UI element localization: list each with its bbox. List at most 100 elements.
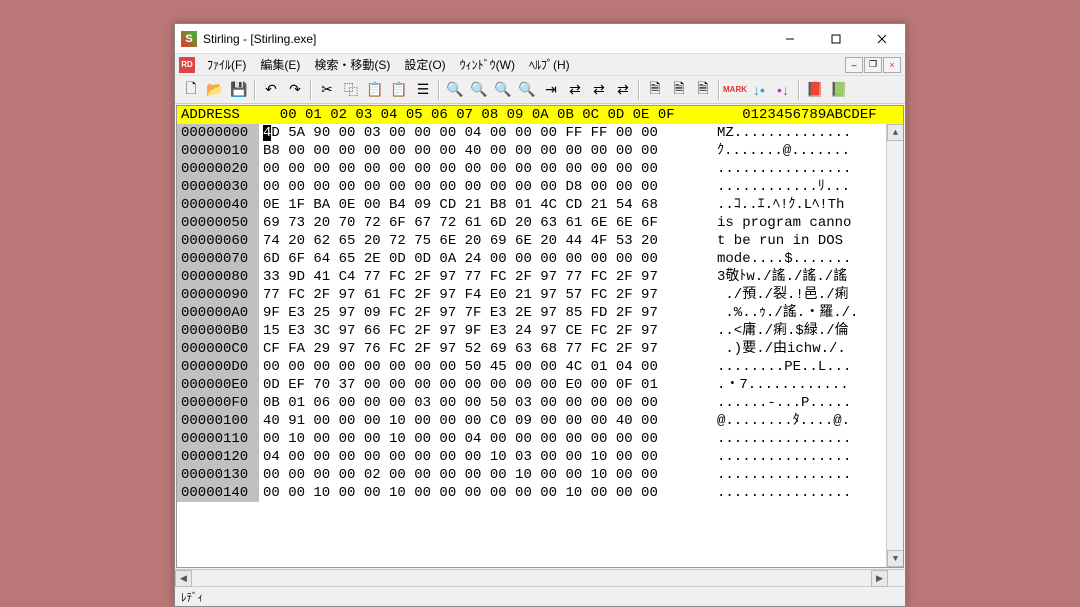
hex-row[interactable]: 0000013000 00 00 00 02 00 00 00 00 00 10… (177, 466, 903, 484)
hex-row[interactable]: 00000010B8 00 00 00 00 00 00 00 40 00 00… (177, 142, 903, 160)
bytes-cell[interactable]: B8 00 00 00 00 00 00 00 40 00 00 00 00 0… (259, 142, 709, 160)
menu-help[interactable]: ﾍﾙﾌﾟ(H) (523, 54, 576, 75)
ascii-cell[interactable]: .・7............ (709, 376, 903, 394)
bytes-cell[interactable]: 4D 5A 90 00 03 00 00 00 04 00 00 00 FF F… (259, 124, 709, 142)
ascii-cell[interactable]: ................ (709, 430, 903, 448)
bytes-cell[interactable]: 00 10 00 00 00 10 00 00 04 00 00 00 00 0… (259, 430, 709, 448)
compare-next-icon[interactable]: ⇄ (588, 79, 610, 101)
bytes-cell[interactable]: 9F E3 25 97 09 FC 2F 97 7F E3 2E 97 85 F… (259, 304, 709, 322)
bytes-cell[interactable]: 0E 1F BA 0E 00 B4 09 CD 21 B8 01 4C CD 2… (259, 196, 709, 214)
menu-window[interactable]: ｳｨﾝﾄﾞｳ(W) (454, 54, 521, 75)
hex-row[interactable]: 0000012004 00 00 00 00 00 00 00 00 10 03… (177, 448, 903, 466)
bytes-cell[interactable]: 04 00 00 00 00 00 00 00 00 10 03 00 00 1… (259, 448, 709, 466)
hex-row[interactable]: 0000010040 91 00 00 00 10 00 00 00 C0 09… (177, 412, 903, 430)
bytes-cell[interactable]: 69 73 20 70 72 6F 67 72 61 6D 20 63 61 6… (259, 214, 709, 232)
ascii-cell[interactable]: 3敬ﾄw./謠./謠./謠 (709, 268, 903, 286)
hex-row[interactable]: 0000011000 10 00 00 00 10 00 00 04 00 00… (177, 430, 903, 448)
find-next-icon[interactable]: 🔍 (468, 79, 490, 101)
bytes-cell[interactable]: 00 00 10 00 00 10 00 00 00 00 00 00 10 0… (259, 484, 709, 502)
find-prev-icon[interactable]: 🔍 (492, 79, 514, 101)
menu-search[interactable]: 検索・移動(S) (308, 54, 396, 75)
new-icon[interactable]: 🗋 (180, 79, 202, 101)
bytes-cell[interactable]: 33 9D 41 C4 77 FC 2F 97 77 FC 2F 97 77 F… (259, 268, 709, 286)
ascii-cell[interactable]: mode....$....... (709, 250, 903, 268)
menu-edit[interactable]: 編集(E) (254, 54, 306, 75)
ascii-cell[interactable]: is program canno (709, 214, 903, 232)
bytes-cell[interactable]: 0B 01 06 00 00 00 03 00 00 50 03 00 00 0… (259, 394, 709, 412)
hex-row[interactable]: 000000D000 00 00 00 00 00 00 00 50 45 00… (177, 358, 903, 376)
compare-icon[interactable]: ⇄ (564, 79, 586, 101)
bytes-cell[interactable]: 00 00 00 00 00 00 00 00 00 00 00 00 00 0… (259, 160, 709, 178)
ascii-cell[interactable]: ........PE..L... (709, 358, 903, 376)
find-icon[interactable]: 🔍 (444, 79, 466, 101)
hex-row[interactable]: 0000014000 00 10 00 00 10 00 00 00 00 00… (177, 484, 903, 502)
copy-icon[interactable]: ⿻ (340, 79, 362, 101)
horizontal-scrollbar[interactable]: ◀ ▶ (175, 569, 905, 586)
bytes-cell[interactable]: 15 E3 3C 97 66 FC 2F 97 9F E3 24 97 CE F… (259, 322, 709, 340)
hex-row[interactable]: 0000009077 FC 2F 97 61 FC 2F 97 F4 E0 21… (177, 286, 903, 304)
menu-file[interactable]: ﾌｧｲﾙ(F) (201, 54, 252, 75)
ascii-cell[interactable]: ................ (709, 466, 903, 484)
ascii-cell[interactable]: ................ (709, 448, 903, 466)
ascii-cell[interactable]: t be run in DOS (709, 232, 903, 250)
copy-text-icon[interactable]: 🗎 (668, 79, 690, 101)
help-icon[interactable]: 📕 (804, 79, 826, 101)
hex-editor[interactable]: ADDRESS 00 01 02 03 04 05 06 07 08 09 0A… (176, 105, 904, 568)
hex-row[interactable]: 000000706D 6F 64 65 2E 0D 0D 0A 24 00 00… (177, 250, 903, 268)
mark-next-icon[interactable]: •↓ (772, 79, 794, 101)
bytes-cell[interactable]: 6D 6F 64 65 2E 0D 0D 0A 24 00 00 00 00 0… (259, 250, 709, 268)
ascii-cell[interactable]: ./預./裂.!邑./痢 (709, 286, 903, 304)
hex-row[interactable]: 0000005069 73 20 70 72 6F 67 72 61 6D 20… (177, 214, 903, 232)
bytes-cell[interactable]: CF FA 29 97 76 FC 2F 97 52 69 63 68 77 F… (259, 340, 709, 358)
maximize-button[interactable] (813, 24, 859, 53)
hex-row[interactable]: 000000E00D EF 70 37 00 00 00 00 00 00 00… (177, 376, 903, 394)
ascii-cell[interactable]: ......-...P..... (709, 394, 903, 412)
mdi-minimize[interactable]: – (845, 57, 863, 73)
mdi-close[interactable]: × (883, 57, 901, 73)
bytes-cell[interactable]: 40 91 00 00 00 10 00 00 00 C0 09 00 00 0… (259, 412, 709, 430)
hex-rows[interactable]: 000000004D 5A 90 00 03 00 00 00 04 00 00… (177, 124, 903, 502)
hex-row[interactable]: 000000A09F E3 25 97 09 FC 2F 97 7F E3 2E… (177, 304, 903, 322)
scroll-up-icon[interactable]: ▲ (887, 124, 904, 141)
mdi-restore[interactable]: ❐ (864, 57, 882, 73)
paste-insert-icon[interactable]: 📋 (388, 79, 410, 101)
hex-row[interactable]: 000000004D 5A 90 00 03 00 00 00 04 00 00… (177, 124, 903, 142)
cursor-byte[interactable]: 4 (263, 125, 271, 141)
bytes-cell[interactable]: 00 00 00 00 02 00 00 00 00 00 10 00 00 1… (259, 466, 709, 484)
copy-hex-icon[interactable]: 🗎 (644, 79, 666, 101)
ascii-cell[interactable]: ..<庸./痢.$緑./倫 (709, 322, 903, 340)
ascii-cell[interactable]: ................ (709, 484, 903, 502)
scroll-right-icon[interactable]: ▶ (871, 570, 888, 587)
mark-icon[interactable]: MARK (724, 79, 746, 101)
vertical-scrollbar[interactable]: ▲ ▼ (886, 124, 903, 567)
jump-icon[interactable]: ⇥ (540, 79, 562, 101)
hex-row[interactable]: 0000006074 20 62 65 20 72 75 6E 20 69 6E… (177, 232, 903, 250)
ascii-cell[interactable]: .%..ｩ./謠.・羅./. (709, 304, 903, 322)
hex-row[interactable]: 000000B015 E3 3C 97 66 FC 2F 97 9F E3 24… (177, 322, 903, 340)
undo-icon[interactable]: ↶ (260, 79, 282, 101)
ascii-cell[interactable]: @........ﾀ....@. (709, 412, 903, 430)
about-icon[interactable]: 📗 (828, 79, 850, 101)
ascii-cell[interactable]: .)要./由ichw./. (709, 340, 903, 358)
copy-addr-icon[interactable]: 🗎 (692, 79, 714, 101)
minimize-button[interactable] (767, 24, 813, 53)
bytes-cell[interactable]: 77 FC 2F 97 61 FC 2F 97 F4 E0 21 97 57 F… (259, 286, 709, 304)
hex-row[interactable]: 0000008033 9D 41 C4 77 FC 2F 97 77 FC 2F… (177, 268, 903, 286)
close-button[interactable] (859, 24, 905, 53)
scroll-left-icon[interactable]: ◀ (175, 570, 192, 587)
hex-row[interactable]: 000000F00B 01 06 00 00 00 03 00 00 50 03… (177, 394, 903, 412)
hex-row[interactable]: 0000003000 00 00 00 00 00 00 00 00 00 00… (177, 178, 903, 196)
ascii-cell[interactable]: ............ﾘ... (709, 178, 903, 196)
ascii-cell[interactable]: ｸ.......@....... (709, 142, 903, 160)
hex-row[interactable]: 0000002000 00 00 00 00 00 00 00 00 00 00… (177, 160, 903, 178)
mark-prev-icon[interactable]: ↓• (748, 79, 770, 101)
bytes-cell[interactable]: 00 00 00 00 00 00 00 00 00 00 00 00 D8 0… (259, 178, 709, 196)
ascii-cell[interactable]: ................ (709, 160, 903, 178)
open-icon[interactable]: 📂 (204, 79, 226, 101)
compare-prev-icon[interactable]: ⇄ (612, 79, 634, 101)
ascii-cell[interactable]: MZ.............. (709, 124, 903, 142)
redo-icon[interactable]: ↷ (284, 79, 306, 101)
bytes-cell[interactable]: 74 20 62 65 20 72 75 6E 20 69 6E 20 44 4… (259, 232, 709, 250)
hex-row[interactable]: 000000400E 1F BA 0E 00 B4 09 CD 21 B8 01… (177, 196, 903, 214)
hex-row[interactable]: 000000C0CF FA 29 97 76 FC 2F 97 52 69 63… (177, 340, 903, 358)
